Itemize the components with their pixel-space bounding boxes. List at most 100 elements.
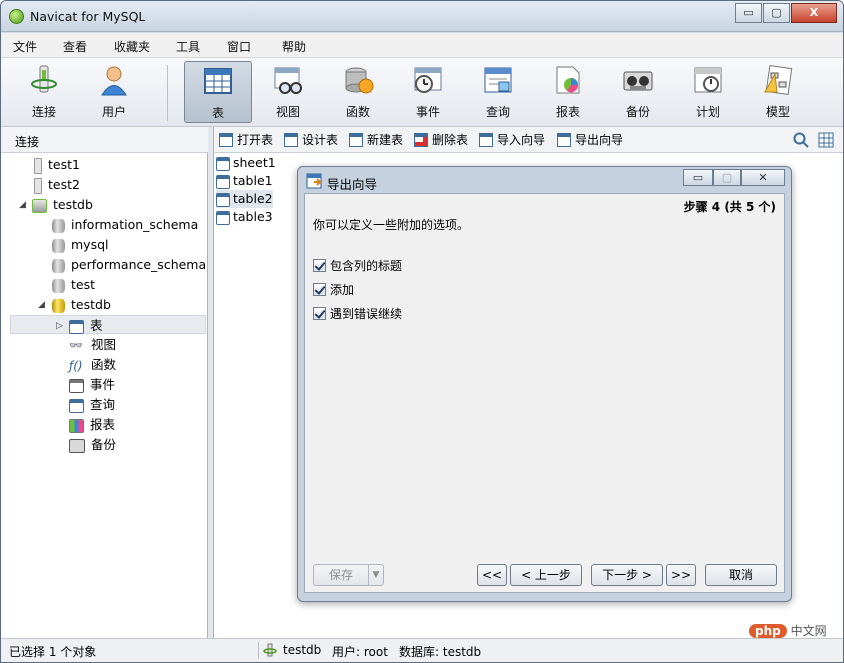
toolbar-view[interactable]: 视图	[257, 61, 319, 123]
toolbar-model[interactable]: 模型	[747, 61, 809, 123]
search-icon[interactable]	[793, 132, 809, 148]
object-label: table1	[233, 173, 273, 188]
database-icon	[52, 238, 65, 253]
object-item[interactable]: table1	[216, 172, 273, 190]
grid-view-icon[interactable]	[818, 132, 834, 148]
collapse-arrow-icon[interactable]: ◢	[19, 200, 26, 210]
checkbox-checked-icon[interactable]	[313, 259, 326, 272]
export-wizard-icon	[306, 173, 322, 189]
tree-connection-testdb[interactable]: testdb	[32, 195, 93, 214]
tree-connection-test1[interactable]: test1	[34, 155, 80, 174]
maximize-button[interactable]: ▢	[763, 3, 790, 23]
tree-db-information-schema[interactable]: information_schema	[52, 215, 198, 234]
export-wizard-button[interactable]: 导出向导	[557, 131, 623, 148]
toolbar-table[interactable]: 表	[184, 61, 252, 123]
database-icon	[52, 218, 65, 233]
status-database: 数据库: testdb	[399, 645, 482, 659]
connection-pane-header: 连接	[1, 127, 208, 153]
event-icon	[69, 378, 84, 393]
design-table-button[interactable]: 设计表	[284, 131, 338, 148]
import-wizard-button[interactable]: 导入向导	[479, 131, 545, 148]
object-item[interactable]: sheet1	[216, 154, 276, 172]
toolbar-view-label: 视图	[275, 105, 300, 119]
option-continue-on-error[interactable]: 遇到错误继续	[313, 305, 402, 322]
tree-connection-test2[interactable]: test2	[34, 175, 80, 194]
tree-label: 视图	[91, 337, 117, 352]
open-table-button[interactable]: 打开表	[219, 131, 273, 148]
main-window: Navicat for MySQL ▭ ▢ X 文件 查看 收藏夹 工具 窗口 …	[0, 0, 844, 663]
tree-db-testdb[interactable]: testdb	[52, 295, 111, 314]
close-button[interactable]: X	[791, 3, 837, 23]
previous-step-button[interactable]: < 上一步	[510, 564, 582, 586]
toolbar-backup-label: 备份	[625, 105, 650, 119]
toolbar-backup[interactable]: 备份	[607, 61, 669, 123]
new-table-icon	[349, 133, 363, 147]
menu-help[interactable]: 帮助	[282, 38, 306, 55]
collapse-arrow-icon[interactable]: ◢	[38, 300, 45, 310]
query-icon	[69, 398, 84, 413]
toolbar-event[interactable]: 事件	[397, 61, 459, 123]
cancel-button[interactable]: 取消	[705, 564, 777, 586]
toolbar-user-label: 用户	[101, 105, 126, 119]
dialog-title: 导出向导	[327, 177, 378, 192]
connection-icon	[34, 177, 42, 194]
object-item[interactable]: table3	[216, 208, 273, 226]
menu-tools[interactable]: 工具	[176, 38, 200, 55]
tree-label: mysql	[71, 237, 109, 252]
expand-arrow-icon[interactable]: ▷	[56, 317, 63, 336]
object-item-selected[interactable]: table2	[216, 190, 273, 208]
tree-views[interactable]: 👓 视图	[69, 335, 116, 354]
checkbox-checked-icon[interactable]	[313, 307, 326, 320]
tree-db-performance-schema[interactable]: performance_schema	[52, 255, 206, 274]
table-icon	[216, 156, 230, 171]
toolbar-function[interactable]: 函数	[327, 61, 389, 123]
tree-label: 查询	[90, 397, 116, 412]
toolbar-connect[interactable]: 连接	[13, 61, 75, 123]
minimize-button[interactable]: ▭	[735, 3, 762, 23]
backup-icon	[623, 71, 653, 91]
backup-icon	[69, 438, 85, 453]
menu-file[interactable]: 文件	[13, 38, 37, 55]
first-step-button[interactable]: <<	[477, 564, 507, 586]
toolbar-report[interactable]: 报表	[537, 61, 599, 123]
tree-db-test[interactable]: test	[52, 275, 95, 294]
option-include-column-titles[interactable]: 包含列的标题	[313, 257, 402, 274]
new-table-button[interactable]: 新建表	[349, 131, 403, 148]
toolbar-event-label: 事件	[415, 105, 440, 119]
save-button: 保存	[313, 564, 369, 586]
import-wizard-icon	[479, 133, 493, 147]
toolbar-query[interactable]: 查询	[467, 61, 529, 123]
menu-bar: 文件 查看 收藏夹 工具 窗口 帮助	[1, 33, 843, 58]
tree-functions[interactable]: ƒ() 函数	[69, 355, 116, 374]
dialog-maximize-button: ▢	[713, 169, 741, 186]
tree-events[interactable]: 事件	[69, 375, 115, 394]
dialog-minimize-button[interactable]: ▭	[683, 169, 713, 186]
delete-table-button[interactable]: 删除表	[414, 131, 468, 148]
checkbox-checked-icon[interactable]	[313, 283, 326, 296]
connection-pane-title: 连接	[15, 135, 40, 149]
tree-tables[interactable]: ▷ 表	[10, 315, 206, 334]
toolbar-user[interactable]: 用户	[83, 61, 145, 123]
tree-label: testdb	[71, 297, 111, 312]
menu-view[interactable]: 查看	[63, 38, 87, 55]
object-label: sheet1	[233, 155, 276, 170]
next-step-button[interactable]: 下一步 >	[591, 564, 663, 586]
dialog-close-button[interactable]: ✕	[741, 169, 785, 186]
menu-window[interactable]: 窗口	[227, 38, 251, 55]
last-step-button[interactable]: >>	[666, 564, 696, 586]
navicat-app-icon	[9, 9, 24, 24]
php-badge: php	[749, 624, 787, 638]
open-table-label: 打开表	[237, 133, 274, 147]
option-label: 添加	[330, 283, 355, 297]
option-append[interactable]: 添加	[313, 281, 354, 298]
menu-favorites[interactable]: 收藏夹	[114, 38, 150, 55]
tree-queries[interactable]: 查询	[69, 395, 115, 414]
status-user: 用户: root	[332, 645, 388, 659]
tree-backups[interactable]: 备份	[69, 435, 116, 454]
export-wizard-icon	[557, 133, 571, 147]
tree-label: test	[71, 277, 96, 292]
tree-db-mysql[interactable]: mysql	[52, 235, 109, 254]
schedule-icon	[694, 67, 722, 93]
tree-reports[interactable]: 报表	[69, 415, 115, 434]
toolbar-schedule[interactable]: 计划	[677, 61, 739, 123]
